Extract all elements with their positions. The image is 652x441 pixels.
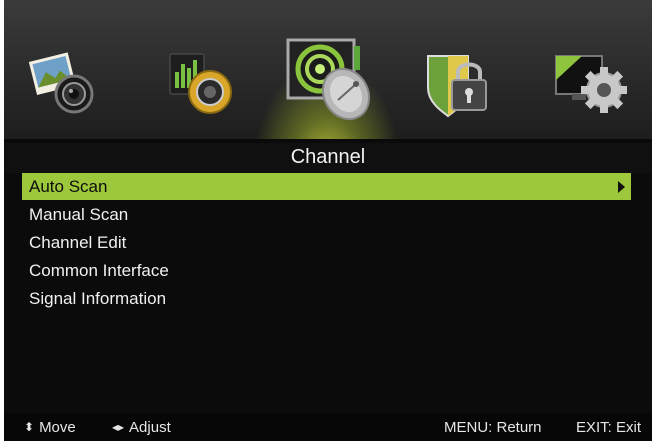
menu-item-manual-scan[interactable]: Manual Scan bbox=[4, 201, 652, 229]
menu-item-signal-information[interactable]: Signal Information bbox=[4, 285, 652, 313]
menu-item-label: Auto Scan bbox=[29, 177, 108, 196]
move-hint: ⬍ Move bbox=[24, 419, 76, 436]
menu-item-label: Manual Scan bbox=[29, 205, 129, 224]
footer-hint-bar: ⬍ Move ◂▸ Adjust MENU: Return EXIT: Exit bbox=[4, 413, 652, 441]
menu-item-label: Channel Edit bbox=[29, 233, 127, 252]
osd-menu: Channel Auto Scan Manual Scan Channel Ed… bbox=[4, 0, 652, 441]
page-title: Channel bbox=[290, 146, 366, 168]
menu-item-label: Common Interface bbox=[29, 261, 169, 280]
adjust-hint: ◂▸ Adjust bbox=[112, 419, 171, 436]
menu-return-hint: MENU: Return bbox=[444, 419, 542, 436]
channel-icon[interactable] bbox=[280, 36, 382, 124]
menu-icon-strip bbox=[4, 0, 652, 141]
menu-item-channel-edit[interactable]: Channel Edit bbox=[4, 229, 652, 257]
adjust-label: Adjust bbox=[129, 419, 171, 436]
up-down-arrow-icon: ⬍ bbox=[24, 420, 35, 434]
setup-icon[interactable] bbox=[552, 50, 632, 120]
title-bar: Channel bbox=[4, 143, 652, 173]
move-label: Move bbox=[39, 419, 76, 436]
lock-icon[interactable] bbox=[422, 50, 492, 122]
arrow-right-icon bbox=[618, 181, 625, 193]
menu-item-auto-scan[interactable]: Auto Scan bbox=[22, 173, 631, 200]
menu-item-label: Signal Information bbox=[29, 289, 167, 308]
picture-icon[interactable] bbox=[26, 50, 100, 118]
left-right-arrow-icon: ◂▸ bbox=[112, 420, 125, 434]
channel-menu-list: Auto Scan Manual Scan Channel Edit Commo… bbox=[4, 173, 652, 313]
sound-icon[interactable] bbox=[164, 50, 238, 118]
exit-hint: EXIT: Exit bbox=[576, 419, 642, 436]
menu-item-common-interface[interactable]: Common Interface bbox=[4, 257, 652, 285]
